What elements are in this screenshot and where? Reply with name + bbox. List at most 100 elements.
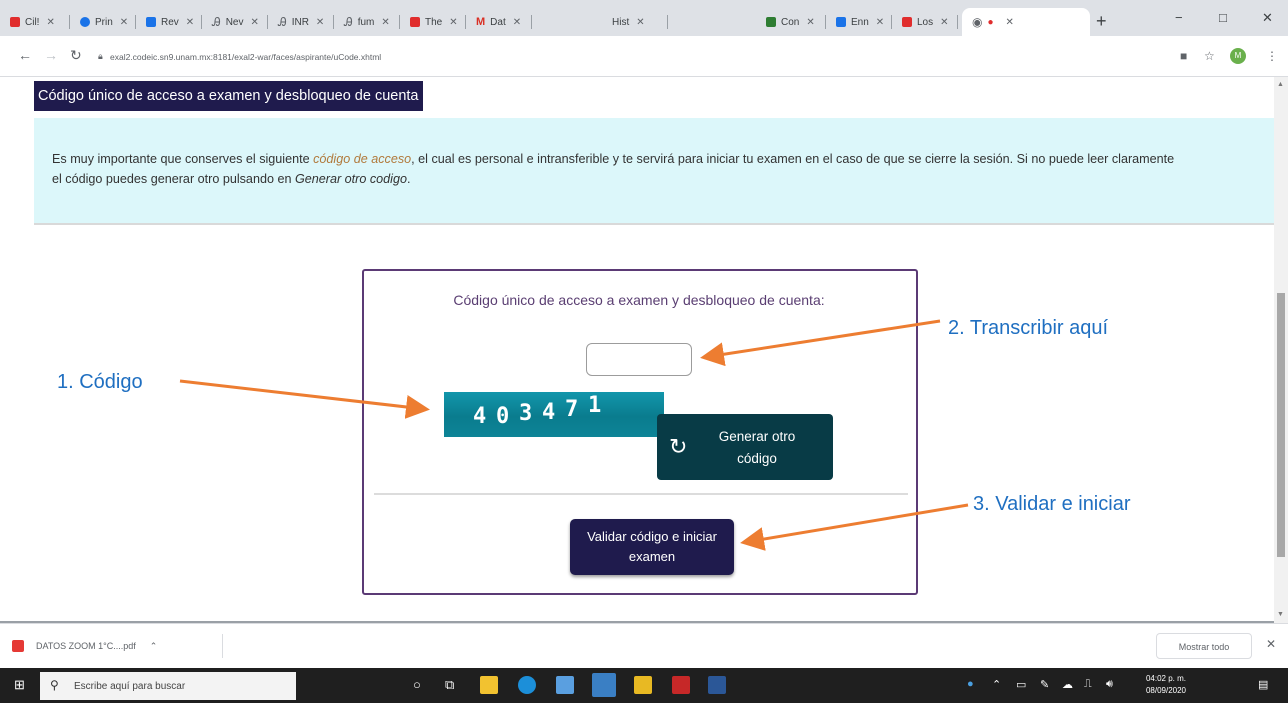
tab-favicon-icon	[410, 17, 420, 27]
tab-favicon-icon	[80, 17, 90, 27]
windows-start-icon[interactable]: ⊞	[14, 678, 28, 692]
browser-tab[interactable]: Prin ✕	[70, 8, 136, 36]
chrome-app-icon[interactable]	[592, 673, 616, 697]
word-app-icon[interactable]	[708, 676, 726, 694]
tab-favicon-icon	[10, 17, 20, 27]
edge-browser-icon[interactable]	[518, 676, 536, 694]
tab-close-icon[interactable]: ✕	[940, 17, 948, 28]
tab-favicon-icon	[836, 17, 846, 27]
browser-tab[interactable]: Ꭿ INR ✕	[268, 8, 334, 36]
clock-time: 04:02 p. m.	[1145, 674, 1187, 683]
volume-icon[interactable]: 🔊︎	[1106, 678, 1113, 691]
arrow-to-captcha	[179, 379, 430, 419]
tab-favicon-icon	[766, 17, 776, 27]
tab-favicon-icon: Ꭿ	[278, 14, 287, 29]
notifications-icon[interactable]: ▤	[1258, 678, 1268, 691]
page-content: Código único de acceso a examen y desblo…	[0, 77, 1274, 623]
tab-title: Enn	[851, 16, 869, 28]
close-window-button[interactable]: ✕	[1262, 10, 1273, 26]
download-bar: DATOS ZOOM 1°C....pdf ⌃ Mostrar todo ✕	[0, 623, 1288, 669]
tab-title: The	[425, 16, 443, 28]
show-all-downloads-button[interactable]: Mostrar todo	[1156, 633, 1252, 659]
windows-taskbar: ⊞ ⚲ Escribe aquí para buscar ○ ⧉ ● ⌃ ▭ ✎…	[0, 668, 1288, 703]
browser-tab[interactable]: The ✕	[400, 8, 466, 36]
browser-tab-strip: Cil! ✕ Prin ✕ Rev ✕ Ꭿ Nev ✕ Ꭿ INR ✕ Ꭿfum ✕ The ✕ …	[0, 0, 1288, 36]
pdf-file-icon	[12, 640, 24, 652]
clock-date: 08/09/2020	[1145, 686, 1187, 695]
taskbar-clock[interactable]: 04:02 p. m. 08/09/2020	[1126, 673, 1206, 697]
tab-favicon-icon	[146, 17, 156, 27]
tab-close-icon[interactable]: ✕	[806, 17, 814, 28]
help-tray-icon[interactable]: ●	[967, 678, 974, 690]
tab-close-icon[interactable]: ✕	[120, 17, 128, 28]
tab-close-icon[interactable]: ✕	[876, 17, 884, 28]
task-view-icon[interactable]: ⧉	[445, 677, 454, 693]
tab-title: Dat	[490, 16, 506, 28]
tab-title: fum	[357, 16, 375, 28]
taskbar-search-placeholder: Escribe aquí para buscar	[74, 681, 186, 692]
minimize-button[interactable]: −	[1175, 10, 1183, 25]
browser-tab[interactable]: Ꭿfum ✕	[334, 8, 400, 36]
scroll-down-icon[interactable]: ▼	[1277, 611, 1284, 618]
menu-kebab-icon[interactable]: ⋮	[1266, 49, 1278, 63]
browser-toolbar: ← → ↻ 🔒︎ exal2.codeic.sn9.unam.mx:8181/e…	[0, 36, 1288, 77]
tab-title: Prin	[95, 16, 113, 28]
tab-close-icon[interactable]: ✕	[636, 17, 644, 28]
tab-favicon-icon: ◉	[972, 15, 983, 29]
tab-close-icon[interactable]: ✕	[513, 17, 521, 28]
browser-tab[interactable]: M Dat ✕	[466, 8, 532, 36]
tab-close-icon[interactable]: ✕	[46, 17, 54, 28]
browser-tab[interactable]: Cil! ✕	[0, 8, 70, 36]
camera-icon[interactable]: ■	[1180, 49, 1187, 63]
close-download-bar-button[interactable]: ✕	[1266, 637, 1276, 651]
back-arrow-icon[interactable]: ←	[18, 47, 32, 63]
app-icon[interactable]	[556, 676, 574, 694]
tab-close-icon[interactable]: ✕	[316, 17, 324, 28]
network-icon[interactable]: ⎍	[1084, 678, 1092, 691]
browser-tab-active[interactable]: ◉ ● ✕	[962, 8, 1090, 36]
browser-tab[interactable]: Hist ✕	[532, 8, 668, 36]
tab-close-icon[interactable]: ✕	[1006, 17, 1014, 28]
tab-favicon-icon: Ꭿ	[344, 14, 353, 29]
tab-title: Nev	[225, 16, 244, 28]
onedrive-cloud-icon[interactable]: ☁	[1062, 678, 1073, 691]
browser-tab[interactable]: Los ✕	[892, 8, 958, 36]
new-tab-button[interactable]: +	[1096, 11, 1107, 32]
tab-title: Con	[781, 16, 800, 28]
download-item[interactable]: DATOS ZOOM 1°C....pdf ⌃	[12, 634, 223, 658]
tab-close-icon[interactable]: ✕	[250, 17, 258, 28]
tab-title: Los	[917, 16, 934, 28]
tab-close-icon[interactable]: ✕	[186, 17, 194, 28]
cortana-icon[interactable]: ○	[413, 677, 421, 692]
annotation-arrows	[179, 319, 969, 551]
address-bar-url[interactable]: exal2.codeic.sn9.unam.mx:8181/exal2-war/…	[110, 52, 381, 62]
page-scrollbar[interactable]: ▲ ▼	[1274, 77, 1288, 623]
arrow-to-code-input	[700, 319, 941, 367]
lock-icon[interactable]: 🔒︎	[98, 51, 103, 62]
scroll-thumb[interactable]	[1277, 293, 1285, 557]
tab-close-icon[interactable]: ✕	[381, 17, 389, 28]
bookmark-star-icon[interactable]: ☆	[1204, 49, 1215, 63]
tab-favicon-icon: M	[476, 16, 486, 28]
tab-close-icon[interactable]: ✕	[449, 17, 457, 28]
store-app-icon[interactable]	[480, 676, 498, 694]
search-icon: ⚲	[50, 678, 59, 692]
browser-tab[interactable]: Rev ✕	[136, 8, 202, 36]
browser-tab[interactable]: Ꭿ Nev ✕	[202, 8, 268, 36]
scroll-up-icon[interactable]: ▲	[1277, 81, 1284, 88]
browser-tab[interactable]: Enn ✕	[826, 8, 892, 36]
recording-icon: ●	[987, 16, 994, 28]
chevron-up-icon[interactable]: ⌃	[150, 641, 158, 652]
pen-icon[interactable]: ✎	[1040, 678, 1049, 691]
profile-avatar[interactable]: M	[1230, 48, 1246, 64]
battery-icon[interactable]: ▭	[1016, 678, 1026, 691]
reload-icon[interactable]: ↻	[70, 47, 82, 64]
forward-arrow-icon[interactable]: →	[44, 47, 58, 63]
taskbar-search-box[interactable]: ⚲ Escribe aquí para buscar	[40, 672, 296, 700]
photos-app-icon[interactable]	[634, 676, 652, 694]
browser-tab[interactable]: Con ✕	[756, 8, 826, 36]
maximize-button[interactable]: □	[1219, 10, 1227, 25]
tab-title: Cil!	[25, 16, 40, 28]
netflix-app-icon[interactable]	[672, 676, 690, 694]
show-hidden-icons-chevron[interactable]: ⌃	[992, 678, 1001, 691]
